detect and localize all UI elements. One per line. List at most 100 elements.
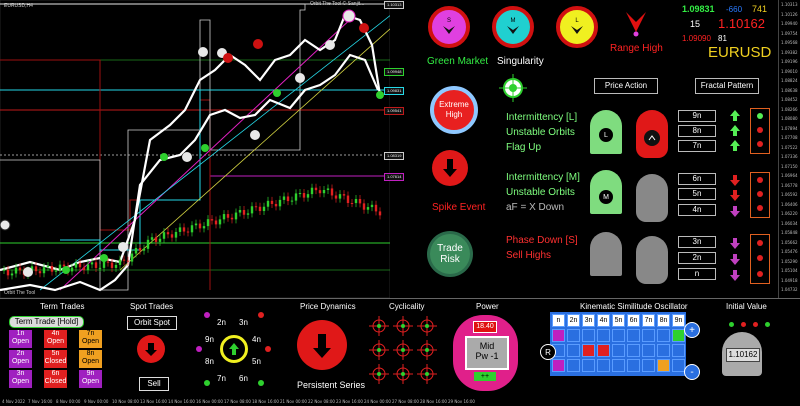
low-price: 1.09090 xyxy=(682,34,711,43)
signal-dots-box-2 xyxy=(750,172,770,218)
kso-cell xyxy=(597,359,610,372)
fractal-cell-4n[interactable]: 4n xyxy=(678,204,716,216)
level-badge: 1.08319 xyxy=(384,152,405,160)
initial-value-title: Initial Value xyxy=(726,302,767,311)
price-chart[interactable]: EURUSD,H4 Orbit The Tool Orbit The Tool … xyxy=(0,0,405,298)
orbit-circle-m[interactable]: M xyxy=(492,6,534,48)
spread-value: 15 xyxy=(690,19,701,29)
direction-badge-red xyxy=(636,110,668,158)
kso-cell xyxy=(627,344,640,357)
fractal-cell-3n[interactable]: 3n xyxy=(678,236,716,248)
power-plus: ++ xyxy=(474,372,496,381)
kso-cell xyxy=(672,359,685,372)
kso-cell xyxy=(552,359,565,372)
fractal-cell-6n[interactable]: 6n xyxy=(678,173,716,185)
level-badge: 1.10313 xyxy=(384,1,405,9)
kso-cell xyxy=(582,344,595,357)
level-badge: 1.07614 xyxy=(384,173,405,181)
footer-name: Orbit The Tool © Sanjit... xyxy=(310,1,365,7)
fractal-cell-n[interactable]: n xyxy=(678,268,716,280)
orbit-ring-center-icon xyxy=(220,335,248,363)
kso-cell xyxy=(672,329,685,342)
arrow-column xyxy=(730,110,740,281)
trade-risk-button[interactable]: Trade Risk xyxy=(430,234,470,274)
extreme-high-button[interactable]: Extreme High xyxy=(430,86,478,134)
kso-cell xyxy=(567,359,580,372)
kso-cell xyxy=(642,329,655,342)
term-cell-5n[interactable]: 5n Closed xyxy=(44,350,67,368)
price-info-box: 1.09831 -660 741 15 1.10162 1.09090 81 E… xyxy=(678,2,778,62)
down-chevron-icon xyxy=(507,26,519,34)
orbit-spot-button[interactable]: Orbit Spot xyxy=(127,316,177,330)
level-badge: 1.09948 xyxy=(384,68,405,76)
kso-cell xyxy=(657,329,670,342)
term-trade-button[interactable]: Term Trade [Hold] xyxy=(9,316,84,328)
orbit-ring: 2n 3n 4n 5n 6n 7n 8n 9n xyxy=(195,305,273,393)
kso-cell xyxy=(642,344,655,357)
kso-cell xyxy=(627,359,640,372)
kso-title: Kinematic Similitude Oscillator xyxy=(580,302,688,311)
down-chevron-icon xyxy=(571,26,583,34)
term-cell-7n[interactable]: 7n Open xyxy=(79,330,102,348)
price-action-button[interactable]: Price Action xyxy=(594,78,658,94)
spike-event-label: Spike Event xyxy=(432,202,486,213)
kso-minus-button[interactable]: - xyxy=(684,364,700,380)
crosshair-icon[interactable] xyxy=(499,74,527,102)
kso-cell xyxy=(657,359,670,372)
term-cell-4n[interactable]: 4n Open xyxy=(44,330,67,348)
signal-dots-box-3 xyxy=(750,234,770,284)
green-market-label: Green Market xyxy=(427,56,489,67)
spot-sell-signal-icon xyxy=(137,335,165,363)
term-cell-2n[interactable]: 2n Open xyxy=(9,350,32,368)
fractal-pattern-button[interactable]: Fractal Pattern xyxy=(695,78,759,94)
fractal-cell-8n[interactable]: 8n xyxy=(678,125,716,137)
term-cell-1n[interactable]: 1n Open xyxy=(9,330,32,348)
range-high-chevron-icon xyxy=(626,12,646,37)
orbit-circle-s[interactable]: S xyxy=(428,6,470,48)
price-axis: 1.10313 1.10126 1.09940 1.09754 1.09568 … xyxy=(778,0,800,298)
term-cell-3n[interactable]: 3n Open xyxy=(9,370,32,388)
kso-header-cell: 2n xyxy=(567,314,580,327)
price-pips: 741 xyxy=(752,4,768,14)
term-trades-title: Term Trades xyxy=(40,302,85,311)
kso-cell xyxy=(567,329,580,342)
low-pips: 81 xyxy=(718,34,727,43)
symbol-label: EURUSD xyxy=(708,44,772,61)
term-cell-9n[interactable]: 9n Open xyxy=(79,370,102,388)
fractal-cell-5n[interactable]: 5n xyxy=(678,188,716,200)
cyclicality-title: Cyclicality xyxy=(389,302,425,311)
term-cell-6n[interactable]: 6n Closed xyxy=(44,370,67,388)
sell-arrow-icon xyxy=(313,334,331,358)
kso-cell xyxy=(612,344,625,357)
power-value: 18.40 xyxy=(473,321,497,333)
kso-cell xyxy=(612,359,625,372)
down-chevron-icon xyxy=(443,26,455,34)
orbit-circle-l[interactable]: L xyxy=(556,6,598,48)
kso-header-cell: n xyxy=(552,314,565,327)
kso-header-cell: 7n xyxy=(642,314,655,327)
fractal-cell-7n[interactable]: 7n xyxy=(678,140,716,152)
kso-cell xyxy=(672,344,685,357)
kso-cell xyxy=(627,329,640,342)
term-cell-8n[interactable]: 8n Open xyxy=(79,350,102,368)
spike-event-button[interactable] xyxy=(432,150,468,186)
orbit-badge-l: L xyxy=(590,110,622,154)
initial-value-box: 1.10162 xyxy=(722,332,762,376)
fractal-cell-9n[interactable]: 9n xyxy=(678,110,716,122)
kso-cell xyxy=(567,344,580,357)
fractal-cell-2n[interactable]: 2n xyxy=(678,252,716,264)
kso-cell xyxy=(582,329,595,342)
signal-dots-box-1 xyxy=(750,108,770,154)
kso-header-cell: 5n xyxy=(612,314,625,327)
kso-header-cell: 9n xyxy=(672,314,685,327)
kso-plus-button[interactable]: + xyxy=(684,322,700,338)
kso-cell xyxy=(597,329,610,342)
range-high-label: Range High xyxy=(610,43,663,54)
kso-header-cell: 8n xyxy=(657,314,670,327)
sell-button[interactable]: Sell xyxy=(139,377,169,391)
price-dynamics-title: Price Dynamics xyxy=(300,302,356,311)
power-mid-box[interactable]: Mid Pw -1 xyxy=(465,336,509,370)
level-badge: 1.09831 xyxy=(384,87,405,95)
kso-r-button[interactable]: R xyxy=(540,344,556,360)
price-dynamics-icon xyxy=(297,320,347,370)
